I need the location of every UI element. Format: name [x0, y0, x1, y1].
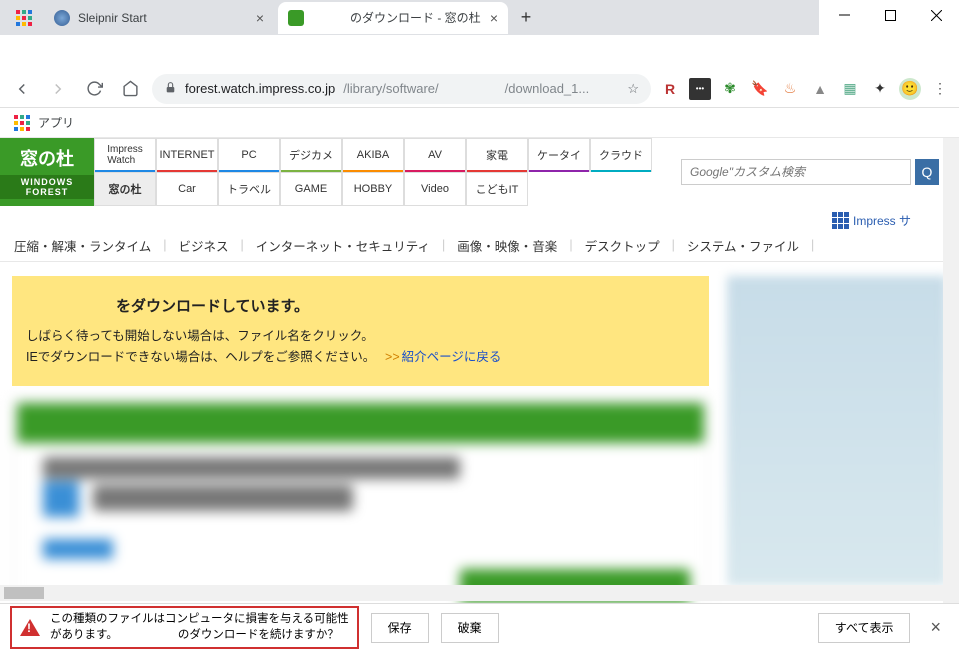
logo-main: 窓の杜	[20, 145, 74, 171]
keep-button[interactable]: 保存	[371, 613, 429, 643]
ext-sheet-icon[interactable]: ▦	[839, 78, 861, 100]
site-nav: ImpressWatchINTERNETPCデジカメAKIBAAV家電ケータイク…	[94, 138, 681, 206]
notice-line3: IEでダウンロードできない場合は、ヘルプをご参照ください。	[26, 350, 382, 364]
site-search-input[interactable]	[681, 159, 911, 185]
close-icon[interactable]: ×	[256, 10, 264, 26]
new-tab-button[interactable]: +	[512, 4, 540, 32]
nav-Car[interactable]: Car	[156, 172, 218, 206]
arrows: >>	[385, 350, 400, 364]
nav-PC[interactable]: PC	[218, 138, 280, 172]
notice-headline: をダウンロードしています。	[116, 298, 309, 315]
close-button[interactable]	[913, 0, 959, 30]
warn-text-1: この種類のファイルはコンピュータに損害を与える可能性	[50, 612, 349, 628]
bookmarks-apps-label[interactable]: アプリ	[38, 114, 74, 131]
subnav-item[interactable]: 画像・映像・音楽	[457, 236, 557, 255]
url-host: forest.watch.impress.co.jp	[185, 81, 335, 96]
nav-AKIBA[interactable]: AKIBA	[342, 138, 404, 172]
nav-窓の杜[interactable]: 窓の杜	[94, 172, 156, 206]
nav-家電[interactable]: 家電	[466, 138, 528, 172]
nav-AV[interactable]: AV	[404, 138, 466, 172]
tab-title: Sleipnir Start	[78, 11, 147, 25]
subnav-item[interactable]: インターネット・セキュリティ	[256, 236, 430, 255]
subnav-item[interactable]: ビジネス	[179, 236, 229, 255]
nav-こどもIT[interactable]: こどもIT	[466, 172, 528, 206]
grid-icon	[832, 212, 849, 229]
ext-bookmark-icon[interactable]: 🔖	[749, 78, 771, 100]
download-bar: この種類のファイルはコンピュータに損害を与える可能性 があります。 のダウンロード…	[0, 603, 959, 651]
site-logo[interactable]: 窓の杜 WINDOWS FOREST	[0, 138, 94, 206]
show-all-button[interactable]: すべて表示	[818, 613, 911, 643]
warn-text-2b: のダウンロードを続けますか？	[178, 629, 339, 641]
tab-title: のダウンロード - 窓の杜	[350, 9, 481, 26]
impress-link-label: Impress サ	[853, 212, 911, 229]
download-notice: をダウンロードしています。 しばらく待っても開始しない場合は、ファイル名をクリッ…	[12, 276, 709, 386]
nav-トラベル[interactable]: トラベル	[218, 172, 280, 206]
ext-flame-icon[interactable]: ♨	[779, 78, 801, 100]
ext-dots-icon[interactable]: •••	[689, 78, 711, 100]
tabstrip: Sleipnir Start × のダウンロード - 窓の杜 × +	[0, 0, 819, 35]
minimize-button[interactable]	[821, 0, 867, 30]
ext-r-icon[interactable]: R	[659, 78, 681, 100]
discard-button[interactable]: 破棄	[441, 613, 499, 643]
site-header: 窓の杜 WINDOWS FOREST ImpressWatchINTERNETP…	[0, 138, 959, 206]
nav-Video[interactable]: Video	[404, 172, 466, 206]
nav-GAME[interactable]: GAME	[280, 172, 342, 206]
maximize-button[interactable]	[867, 0, 913, 30]
app-menu-icon[interactable]	[10, 4, 38, 32]
logo-sub: WINDOWS FOREST	[0, 175, 94, 199]
site-search-button[interactable]: Q	[915, 159, 939, 185]
nav-クラウド[interactable]: クラウド	[590, 138, 652, 172]
reload-button[interactable]	[80, 75, 108, 103]
back-button[interactable]	[8, 75, 36, 103]
subnav-item[interactable]: システム・ファイル	[687, 236, 799, 255]
subnav-item[interactable]: 圧縮・解凍・ランタイム	[14, 236, 151, 255]
home-button[interactable]	[116, 75, 144, 103]
close-download-bar[interactable]: ×	[922, 617, 949, 638]
kebab-menu[interactable]: ⋮	[929, 78, 951, 100]
apps-icon[interactable]	[14, 115, 30, 131]
warn-text-2a: があります。	[50, 629, 118, 641]
tab-1[interactable]: のダウンロード - 窓の杜 ×	[278, 2, 508, 34]
nav-HOBBY[interactable]: HOBBY	[342, 172, 404, 206]
download-warning: この種類のファイルはコンピュータに損害を与える可能性 があります。 のダウンロード…	[10, 606, 359, 649]
star-icon[interactable]: ☆	[627, 81, 639, 97]
notice-line2: しばらく待っても開始しない場合は、ファイル名をクリック。	[26, 326, 695, 347]
ext-plant-icon[interactable]: ✾	[719, 78, 741, 100]
extensions-icon[interactable]: ✦	[869, 78, 891, 100]
url-path: /library/software/	[343, 81, 438, 96]
impress-sites-link[interactable]: Impress サ	[832, 212, 911, 229]
ext-drive-icon[interactable]: ▲	[809, 78, 831, 100]
address-bar[interactable]: forest.watch.impress.co.jp/library/softw…	[152, 74, 651, 104]
category-subnav: 圧縮・解凍・ランタイム|ビジネス|インターネット・セキュリティ|画像・映像・音楽…	[0, 229, 959, 262]
subnav-item[interactable]: デスクトップ	[585, 236, 660, 255]
close-icon[interactable]: ×	[490, 10, 498, 26]
horizontal-scrollbar[interactable]	[0, 585, 959, 601]
bookmarks-bar: アプリ	[0, 108, 959, 138]
browser-toolbar: forest.watch.impress.co.jp/library/softw…	[0, 70, 959, 108]
sidebar-ad-blurred	[727, 276, 947, 586]
profile-avatar[interactable]: 🙂	[899, 78, 921, 100]
warning-icon	[20, 619, 40, 636]
nav-ケータイ[interactable]: ケータイ	[528, 138, 590, 172]
globe-icon	[54, 10, 70, 26]
url-path2: /download_1...	[505, 81, 590, 96]
nav-デジカメ[interactable]: デジカメ	[280, 138, 342, 172]
lock-icon	[164, 81, 177, 97]
tab-0[interactable]: Sleipnir Start ×	[44, 2, 274, 34]
vertical-scrollbar[interactable]	[943, 138, 959, 636]
page-content: 窓の杜 WINDOWS FOREST ImpressWatchINTERNETP…	[0, 138, 959, 636]
back-to-intro-link[interactable]: 紹介ページに戻る	[402, 350, 502, 364]
site-favicon	[288, 10, 304, 26]
forward-button[interactable]	[44, 75, 72, 103]
nav-Impress Watch[interactable]: ImpressWatch	[94, 138, 156, 172]
nav-INTERNET[interactable]: INTERNET	[156, 138, 218, 172]
